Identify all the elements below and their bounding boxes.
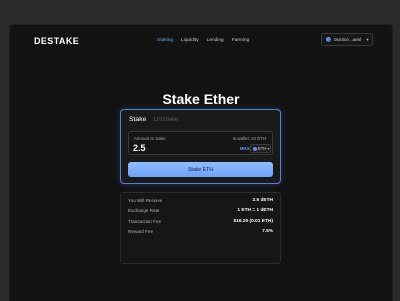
chevron-down-icon: ▾ [366,36,369,42]
wallet-avatar-icon [326,37,331,42]
summary-value: 2.5 dETH [252,198,273,203]
summary-row: You Will Receive 2.5 dETH [128,196,273,205]
amount-label: Amount to stake [134,136,166,141]
summary-value: 7.5% [262,229,273,234]
token-label: ETH [258,146,267,151]
stake-tabs: Stake Unstake [129,116,178,123]
nav-links: Staking Liquidity Lending Farming [157,38,249,43]
nav-link-lending[interactable]: Lending [207,38,224,43]
wallet-balance: In wallet: 24 ETH [232,136,266,141]
tab-stake[interactable]: Stake [129,116,146,123]
max-button[interactable]: MAX [240,146,250,151]
stake-summary: You Will Receive 2.5 dETH Exchange Rate … [120,192,281,264]
top-navbar: DESTAKE Staking Liquidity Lending Farmin… [10,25,392,55]
summary-label: Exchange Rate [128,208,160,213]
nav-link-liquidity[interactable]: Liquidity [181,38,199,43]
nav-link-farming[interactable]: Farming [232,38,250,43]
wallet-address: 0xn4ce...aenl [334,37,362,42]
stake-card: Stake Unstake Amount to stake In wallet:… [120,109,281,184]
amount-input[interactable] [133,142,193,153]
nav-link-staking[interactable]: Staking [157,38,173,43]
summary-value: 1 ETH = 1 dETH [237,208,273,213]
token-selector[interactable]: ETH ▾ [250,144,271,153]
summary-row: Reward Fee 7.5% [128,227,273,236]
summary-label: You Will Receive [128,198,163,203]
app-window: DESTAKE Staking Liquidity Lending Farmin… [9,24,393,301]
stake-eth-button[interactable]: Stake ETH [128,162,273,177]
eth-icon [253,146,257,151]
tab-unstake[interactable]: Unstake [153,116,178,123]
summary-label: Reward Fee [128,229,154,234]
summary-label: Transaction Fee [128,219,162,224]
summary-value: $16.20 (0.01 ETH) [233,219,273,224]
amount-input-box: Amount to stake In wallet: 24 ETH MAX ET… [128,131,273,155]
page-title: Stake Ether [162,91,240,107]
brand-logo[interactable]: DESTAKE [34,36,79,46]
summary-row: Transaction Fee $16.20 (0.01 ETH) [128,217,273,226]
wallet-button[interactable]: 0xn4ce...aenl ▾ [321,33,373,46]
summary-row: Exchange Rate 1 ETH = 1 dETH [128,206,273,215]
chevron-down-icon: ▾ [267,147,270,151]
